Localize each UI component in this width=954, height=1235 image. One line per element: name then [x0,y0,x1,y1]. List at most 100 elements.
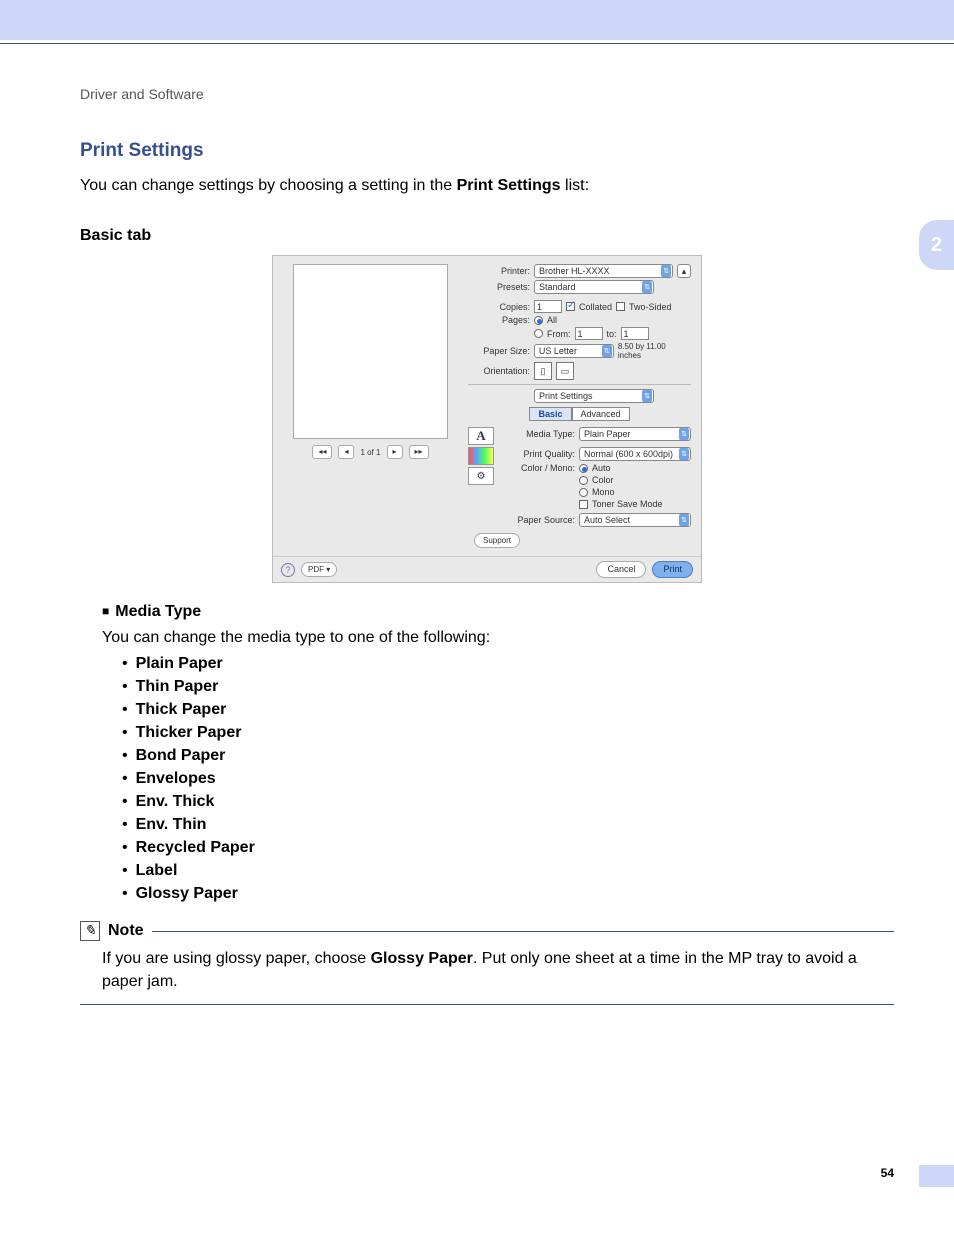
nav-next-button[interactable]: ▸ [387,445,403,459]
paper-source-value: Auto Select [584,514,630,527]
page-content: Print Settings You can change settings b… [80,140,894,1005]
intro-text-2: list: [561,177,589,194]
paper-source-dropdown[interactable]: Auto Select ⇅ [579,513,691,527]
print-quality-label: Print Quality: [509,449,575,459]
pages-label: Pages: [468,315,530,325]
nav-prev-button[interactable]: ◂ [338,445,354,459]
media-type-item: Thicker Paper [122,724,894,742]
media-type-value: Plain Paper [584,428,631,441]
note-bold: Glossy Paper [371,950,473,967]
header-bar [0,0,954,40]
cancel-button[interactable]: Cancel [596,561,646,578]
printer-dropdown[interactable]: Brother HL-XXXX⇅ [534,264,673,278]
paper-size-dropdown[interactable]: US Letter ⇅ [534,344,614,358]
media-type-item: Thin Paper [122,678,894,696]
pages-to-input[interactable]: 1 [621,327,649,340]
gear-icon: ⚙ [468,467,494,485]
collated-checkbox[interactable] [566,302,575,311]
media-type-dropdown[interactable]: Plain Paper ⇅ [579,427,691,441]
printer-label: Printer: [468,266,530,276]
two-sided-checkbox[interactable] [616,302,625,311]
square-bullet-icon: ■ [102,604,109,618]
color-mono-radio[interactable] [579,488,588,497]
settings-icons: A ⚙ [468,425,503,529]
dropdown-arrows-icon: ⇅ [602,345,612,357]
color-mono-label: Color / Mono: [509,463,575,473]
note-text: If you are using glossy paper, choose Gl… [102,947,894,993]
section-title: Print Settings [80,140,894,162]
media-type-heading: ■Media Type [102,603,894,621]
color-color-radio[interactable] [579,476,588,485]
dropdown-arrows-icon: ⇅ [642,390,652,402]
media-type-desc: You can change the media type to one of … [102,629,894,647]
printer-arrow-button[interactable]: ▴ [677,264,691,278]
print-button[interactable]: Print [652,561,693,578]
intro-paragraph: You can change settings by choosing a se… [80,174,894,197]
two-sided-label: Two-Sided [629,302,672,312]
preview-nav: ◂◂ ◂ 1 of 1 ▸ ▸▸ [281,445,460,459]
media-type-item: Envelopes [122,770,894,788]
section-dropdown[interactable]: Print Settings ⇅ [534,389,654,403]
nav-last-button[interactable]: ▸▸ [409,445,429,459]
section-value: Print Settings [539,390,593,403]
pdf-button[interactable]: PDF ▾ [301,562,337,577]
letter-a-icon: A [468,427,494,445]
preview-pane: ◂◂ ◂ 1 of 1 ▸ ▸▸ [273,256,468,556]
media-type-label: Media Type: [509,429,575,439]
page-preview [293,264,448,439]
color-auto-label: Auto [592,463,611,473]
toner-save-checkbox[interactable] [579,500,588,509]
media-type-item: Plain Paper [122,655,894,673]
dialog-footer: ? PDF ▾ Cancel Print [273,556,701,582]
nav-first-button[interactable]: ◂◂ [312,445,332,459]
pages-from-label: From: [547,329,571,339]
pages-from-input[interactable]: 1 [575,327,603,340]
note-bottom-rule [80,1004,894,1005]
presets-dropdown[interactable]: Standard ⇅ [534,280,654,294]
orientation-landscape-button[interactable]: ▭ [556,362,574,380]
intro-bold: Print Settings [457,177,561,194]
tab-advanced[interactable]: Advanced [572,407,630,421]
media-type-item: Env. Thin [122,816,894,834]
dropdown-arrows-icon: ⇅ [642,281,652,293]
paper-source-label: Paper Source: [509,515,575,525]
color-mono-option-label: Mono [592,487,615,497]
pages-from-radio[interactable] [534,329,543,338]
page-number: 54 [881,1166,894,1180]
note-icon: ✎ [80,921,100,941]
chapter-tab: 2 [919,220,954,270]
note-label: Note [108,922,144,940]
help-icon[interactable]: ? [281,563,295,577]
dropdown-arrows-icon: ⇅ [679,448,689,460]
color-color-label: Color [592,475,614,485]
tab-basic[interactable]: Basic [529,407,571,421]
bars-icon [468,447,494,465]
media-type-item: Glossy Paper [122,885,894,903]
pages-all-label: All [547,315,557,325]
support-button[interactable]: Support [474,533,520,548]
toner-save-label: Toner Save Mode [592,499,663,509]
print-dialog: ◂◂ ◂ 1 of 1 ▸ ▸▸ Printer: Brother HL-XXX… [272,255,702,583]
color-auto-radio[interactable] [579,464,588,473]
pages-all-radio[interactable] [534,316,543,325]
printer-value: Brother HL-XXXX [539,265,610,278]
media-type-item: Thick Paper [122,701,894,719]
presets-value: Standard [539,281,576,294]
dropdown-arrows-icon: ⇅ [679,514,689,526]
paper-size-value: US Letter [539,345,577,358]
paper-size-label: Paper Size: [468,346,530,356]
basic-tab-heading: Basic tab [80,227,894,245]
dropdown-arrows-icon: ⇅ [679,428,689,440]
media-type-list: Plain Paper Thin Paper Thick Paper Thicker … [122,655,894,903]
header-underline [0,43,954,44]
copies-label: Copies: [468,302,530,312]
breadcrumb: Driver and Software [80,86,204,102]
orientation-label: Orientation: [468,366,530,376]
intro-text-1: You can change settings by choosing a se… [80,177,457,194]
presets-label: Presets: [468,282,530,292]
print-quality-dropdown[interactable]: Normal (600 x 600dpi)⇅ [579,447,691,461]
orientation-portrait-button[interactable]: ▯ [534,362,552,380]
settings-pane: Printer: Brother HL-XXXX⇅ ▴ Presets: Sta… [468,256,701,556]
note-rule [152,931,894,932]
copies-input[interactable]: 1 [534,300,562,313]
